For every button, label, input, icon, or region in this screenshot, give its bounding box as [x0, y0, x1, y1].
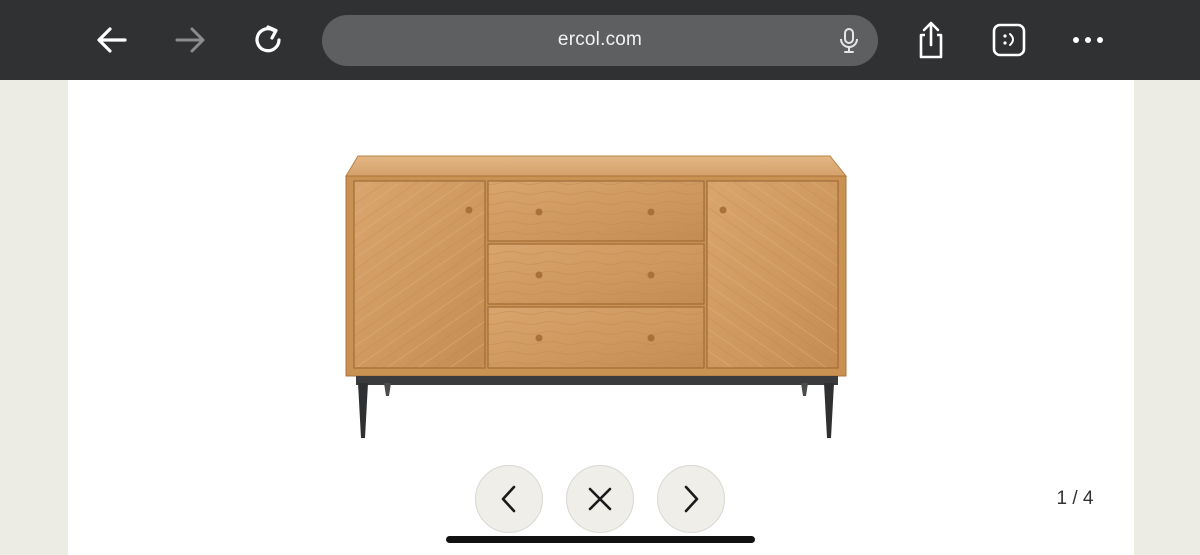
browser-toolbar: ercol.com — [0, 0, 1200, 80]
address-bar[interactable]: ercol.com — [322, 15, 878, 66]
extension-button[interactable] — [989, 20, 1029, 60]
image-counter: 1 / 4 — [1056, 488, 1094, 509]
arrow-right-icon — [175, 27, 205, 53]
chevron-right-icon — [684, 485, 699, 513]
microphone-icon — [840, 28, 858, 53]
voice-search-button[interactable] — [836, 27, 862, 60]
close-viewer-button[interactable] — [566, 465, 634, 533]
forward-button[interactable] — [170, 20, 210, 60]
next-image-button[interactable] — [657, 465, 725, 533]
share-icon — [919, 21, 943, 59]
product-image — [340, 148, 852, 448]
home-indicator[interactable] — [446, 536, 755, 543]
share-button[interactable] — [911, 20, 951, 60]
smiley-box-icon — [992, 23, 1026, 57]
reload-icon — [255, 25, 281, 53]
more-button[interactable] — [1068, 20, 1108, 60]
previous-image-button[interactable] — [475, 465, 543, 533]
back-button[interactable] — [92, 20, 132, 60]
url-text: ercol.com — [557, 29, 643, 50]
reload-button[interactable] — [249, 20, 289, 60]
more-dots-icon — [1073, 37, 1103, 43]
chevron-left-icon — [501, 485, 516, 513]
close-icon — [588, 487, 612, 511]
arrow-left-icon — [97, 27, 127, 53]
